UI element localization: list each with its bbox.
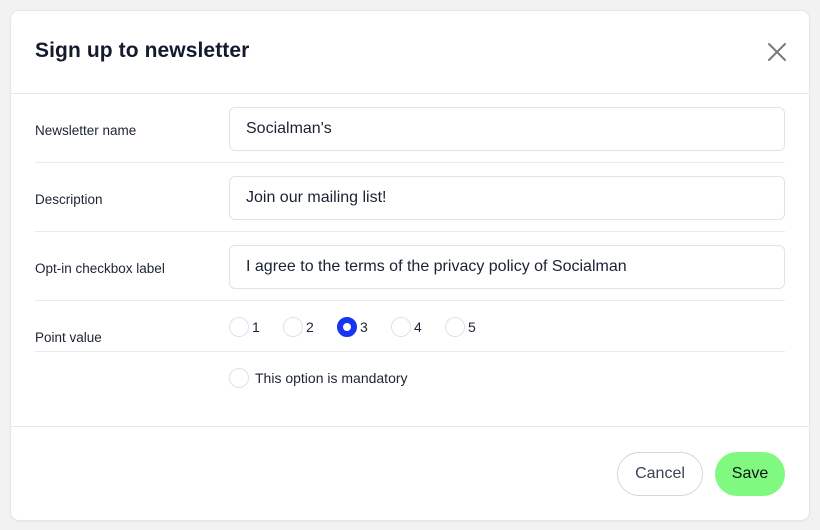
opt-in-label-input[interactable] bbox=[229, 245, 785, 289]
mandatory-row: This option is mandatory bbox=[35, 352, 785, 414]
dialog-header: Sign up to newsletter bbox=[11, 11, 809, 94]
point-value-label: Point value bbox=[35, 330, 102, 345]
opt-in-label-row: Opt-in checkbox label bbox=[35, 232, 785, 301]
point-value-option-3[interactable]: 3 bbox=[337, 317, 376, 337]
radio-button[interactable] bbox=[283, 317, 303, 337]
radio-button[interactable] bbox=[229, 317, 249, 337]
cancel-button[interactable]: Cancel bbox=[617, 452, 703, 496]
point-value-option-2[interactable]: 2 bbox=[283, 317, 322, 337]
point-value-row: Point value 1 2 3 4 5 bbox=[35, 301, 785, 352]
radio-label: 4 bbox=[414, 319, 422, 335]
mandatory-toggle[interactable]: This option is mandatory bbox=[229, 352, 785, 388]
dialog-body: Newsletter name Description Opt-in check… bbox=[11, 94, 809, 414]
newsletter-dialog: Sign up to newsletter Newsletter name De… bbox=[11, 11, 809, 520]
dialog-footer: Cancel Save bbox=[11, 426, 809, 520]
point-value-radio-group: 1 2 3 4 5 bbox=[229, 301, 785, 337]
mandatory-label: This option is mandatory bbox=[255, 370, 408, 386]
radio-label: 5 bbox=[468, 319, 476, 335]
description-label: Description bbox=[35, 192, 103, 207]
radio-button[interactable] bbox=[337, 317, 357, 337]
opt-in-label-label: Opt-in checkbox label bbox=[35, 261, 165, 276]
mandatory-checkbox[interactable] bbox=[229, 368, 249, 388]
newsletter-name-row: Newsletter name bbox=[35, 94, 785, 163]
description-row: Description bbox=[35, 163, 785, 232]
point-value-option-4[interactable]: 4 bbox=[391, 317, 430, 337]
save-button[interactable]: Save bbox=[715, 452, 785, 496]
point-value-option-5[interactable]: 5 bbox=[445, 317, 484, 337]
description-input[interactable] bbox=[229, 176, 785, 220]
dialog-title: Sign up to newsletter bbox=[35, 39, 250, 62]
radio-button[interactable] bbox=[391, 317, 411, 337]
close-icon bbox=[768, 43, 786, 61]
radio-label: 2 bbox=[306, 319, 314, 335]
radio-label: 3 bbox=[360, 319, 368, 335]
newsletter-name-input[interactable] bbox=[229, 107, 785, 151]
radio-button[interactable] bbox=[445, 317, 465, 337]
radio-label: 1 bbox=[252, 319, 260, 335]
point-value-option-1[interactable]: 1 bbox=[229, 317, 268, 337]
newsletter-name-label: Newsletter name bbox=[35, 123, 137, 138]
close-button[interactable] bbox=[767, 42, 787, 62]
